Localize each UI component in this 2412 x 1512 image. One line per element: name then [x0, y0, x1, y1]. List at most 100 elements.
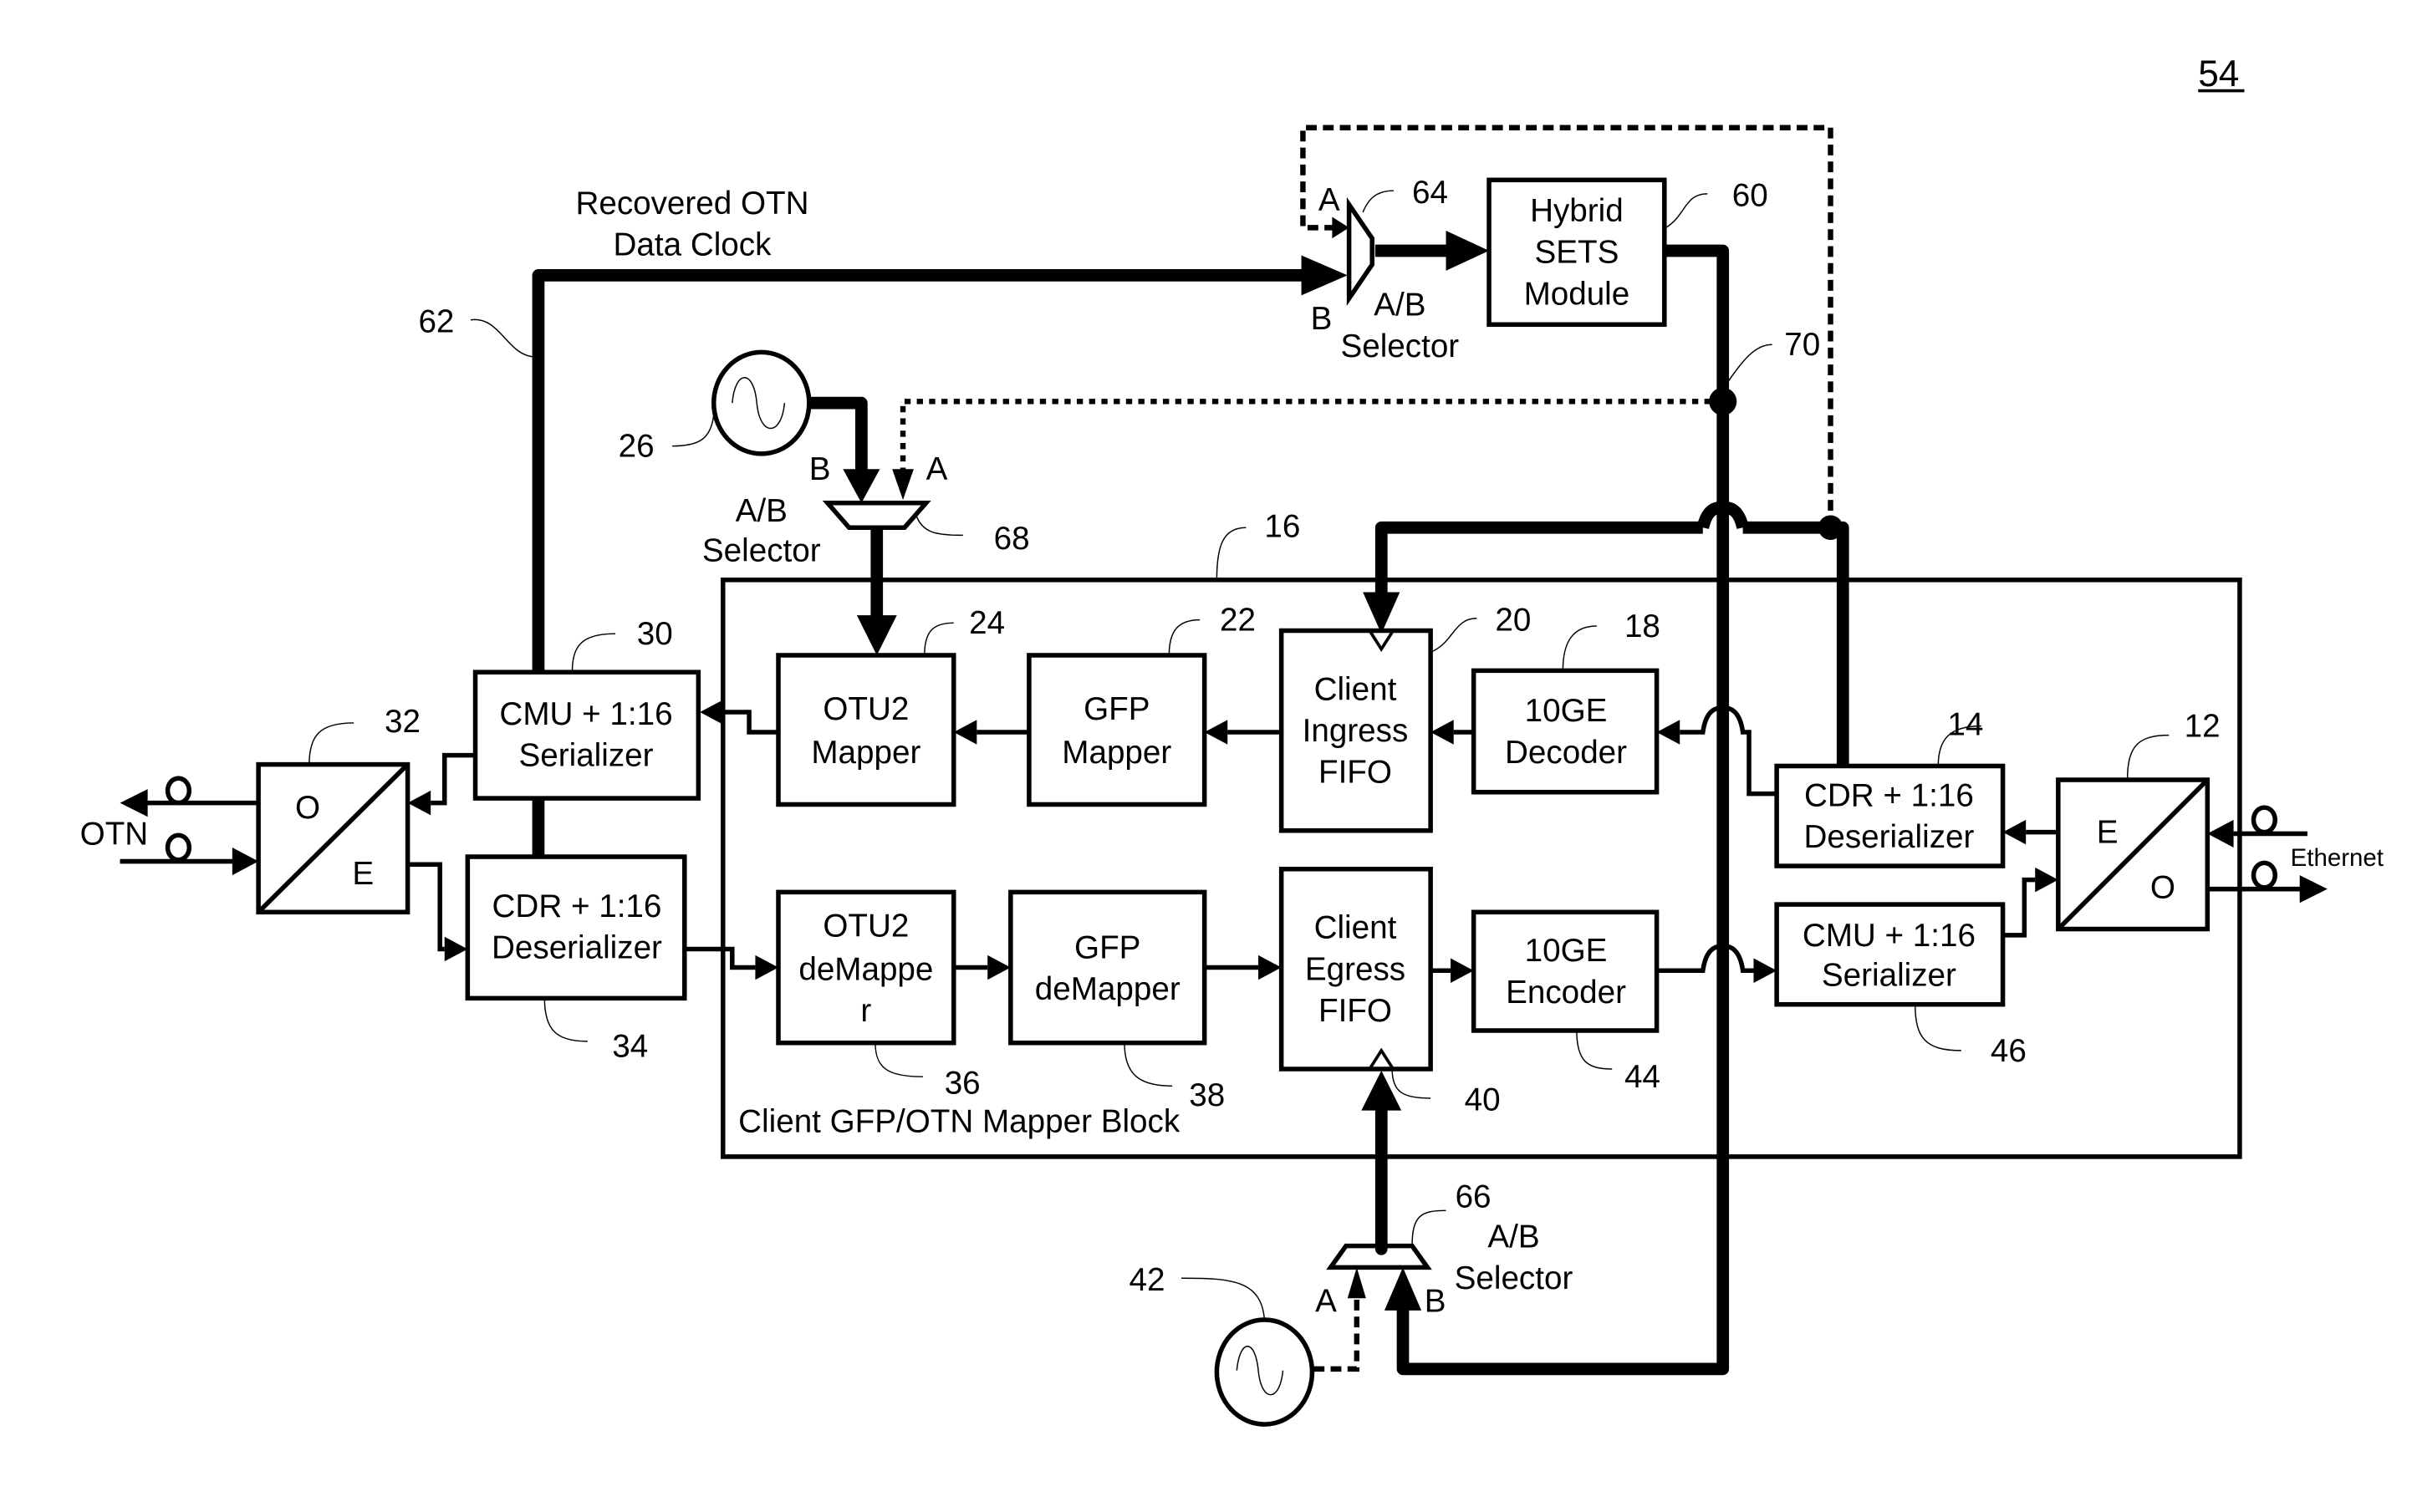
- ref-64: 64: [1412, 175, 1448, 211]
- ingress-fifo-line2: Ingress: [1303, 713, 1409, 749]
- ref-60-leader: [1665, 193, 1708, 228]
- eth-optical-in-arrowhead: [2207, 819, 2234, 848]
- selector-66-label-line2: Selector: [1455, 1260, 1573, 1296]
- ref-32-leader: [309, 722, 354, 765]
- gfp-mapper-line1: GFP: [1084, 691, 1150, 727]
- oscillator-42: [1214, 1317, 1315, 1427]
- ref-70-leader: [1725, 344, 1772, 385]
- recovered-clock-line: [532, 269, 1308, 673]
- otn-oe-bottom: E: [352, 856, 374, 892]
- otn-deserializer: [465, 854, 687, 1001]
- ethernet-label: Ethernet: [2291, 844, 2384, 872]
- ref-70: 70: [1784, 327, 1820, 363]
- selector-66-output-node: [1374, 1242, 1388, 1255]
- gfp-mapper: [1027, 653, 1207, 807]
- otu2-mapper: [776, 653, 956, 807]
- ref-26-leader: [672, 415, 715, 447]
- ref-34-leader: [543, 998, 588, 1042]
- encoder-to-eth-serializer: [1656, 944, 1754, 973]
- eth-deser-to-decoder-arrowhead: [1656, 720, 1680, 745]
- selector-68-label-line1: A/B: [736, 493, 788, 529]
- selector-68-a-arrowhead: [892, 469, 914, 501]
- otn-oe-top: O: [295, 790, 320, 826]
- ref-68-leader: [915, 517, 963, 537]
- selector-64-output-arrowhead: [1446, 231, 1490, 271]
- otn-serializer-line1: CMU + 1:16: [499, 696, 672, 732]
- ref-20: 20: [1495, 603, 1531, 639]
- serializer-to-eo-arrowhead: [2035, 867, 2058, 893]
- decoder-10ge-line2: Decoder: [1505, 735, 1627, 771]
- ref-12-leader: [2126, 734, 2170, 781]
- ingress-to-gfp-arrowhead: [1204, 720, 1228, 745]
- otu2-demapper-line3: r: [860, 993, 871, 1029]
- ref-30: 30: [637, 616, 673, 652]
- ref-34: 34: [612, 1028, 648, 1064]
- ingress-fifo-clock-arrowhead: [1363, 592, 1400, 634]
- gfp-to-otu2-arrowhead: [953, 720, 977, 745]
- selector-64-label-line1: A/B: [1374, 287, 1425, 323]
- hybrid-sets-line2: SETS: [1534, 235, 1619, 271]
- ref-62: 62: [418, 303, 454, 339]
- hybrid-sets-line3: Module: [1524, 276, 1630, 312]
- ref-62-leader: [470, 318, 536, 358]
- ref-42: 42: [1130, 1262, 1165, 1298]
- encoder-10ge-line2: Encoder: [1506, 975, 1626, 1011]
- decoder-10ge-line1: 10GE: [1525, 693, 1608, 729]
- eth-eo-bottom: O: [2150, 870, 2175, 906]
- hybrid-sets-line1: Hybrid: [1530, 193, 1624, 229]
- ingress-fifo-line1: Client: [1314, 671, 1397, 707]
- recovered-clock-label-line2: Data Clock: [614, 227, 773, 262]
- otu2-mapper-line2: Mapper: [811, 735, 920, 771]
- selector-66-input-b: B: [1425, 1284, 1446, 1320]
- ref-30-leader: [571, 633, 615, 673]
- ingress-fifo-line3: FIFO: [1318, 755, 1392, 791]
- ref-24: 24: [969, 605, 1005, 641]
- deser-to-demapper-arrowhead: [755, 955, 779, 980]
- otn-deserializer-line1: CDR + 1:16: [492, 888, 662, 924]
- selector-64-label-line2: Selector: [1340, 328, 1459, 364]
- otn-optical-in-arrowhead: [232, 847, 259, 876]
- ref-68: 68: [994, 521, 1030, 557]
- ref-64-leader: [1362, 190, 1394, 213]
- eth-serializer-line1: CMU + 1:16: [1803, 918, 1976, 954]
- egress-to-encoder-arrowhead: [1451, 958, 1474, 983]
- otn-serializer: [472, 669, 701, 801]
- otn-fiber-out-connector-icon: [165, 776, 192, 806]
- ref-18-leader: [1562, 625, 1597, 671]
- ref-12: 12: [2185, 708, 2221, 744]
- gfp-mapper-line2: Mapper: [1062, 735, 1171, 771]
- ref-24-leader: [924, 622, 954, 655]
- ref-44: 44: [1624, 1059, 1660, 1095]
- selector-68-label-line2: Selector: [702, 533, 821, 569]
- ref-66-leader: [1411, 1209, 1446, 1246]
- otu2-demapper-line1: OTU2: [823, 909, 909, 944]
- ref-20-leader: [1430, 618, 1477, 653]
- oe-to-deserializer: [407, 862, 445, 952]
- selector-66-label-line1: A/B: [1487, 1219, 1539, 1255]
- encoder-10ge-line1: 10GE: [1525, 933, 1608, 969]
- ref-32: 32: [385, 704, 421, 740]
- decoder-to-ingress-arrowhead: [1430, 720, 1454, 745]
- otn-label: OTN: [80, 816, 149, 852]
- gfp-demapper-line2: deMapper: [1035, 971, 1181, 1007]
- selector-68-b-arrowhead: [843, 469, 880, 503]
- figure-number: 54: [2198, 53, 2239, 94]
- gfp-to-egress-arrowhead: [1258, 955, 1282, 980]
- ref-66: 66: [1456, 1179, 1492, 1215]
- ref-22: 22: [1220, 603, 1256, 639]
- selector-68-input-b: B: [809, 451, 831, 487]
- otn-serializer-line2: Serializer: [519, 737, 654, 773]
- eth-optical-out-arrowhead: [2299, 875, 2328, 904]
- encoder-to-serializer-arrowhead: [1753, 958, 1777, 983]
- otn-optical-out-arrowhead: [120, 789, 148, 817]
- mapper-block-label: Client GFP/OTN Mapper Block: [738, 1103, 1181, 1139]
- ref-44-leader: [1576, 1030, 1613, 1070]
- ref-36: 36: [945, 1065, 981, 1101]
- selector-66-a-arrowhead: [1347, 1267, 1366, 1299]
- otu2-to-serializer-arrowhead: [700, 700, 723, 725]
- eo-to-deser-arrowhead: [2002, 819, 2027, 845]
- otu2-to-gfp-demapper-arrowhead: [987, 955, 1011, 980]
- otu2-mapper-clock-arrowhead: [856, 615, 897, 655]
- egress-fifo-line2: Egress: [1305, 951, 1405, 987]
- ref-42-leader: [1181, 1277, 1266, 1321]
